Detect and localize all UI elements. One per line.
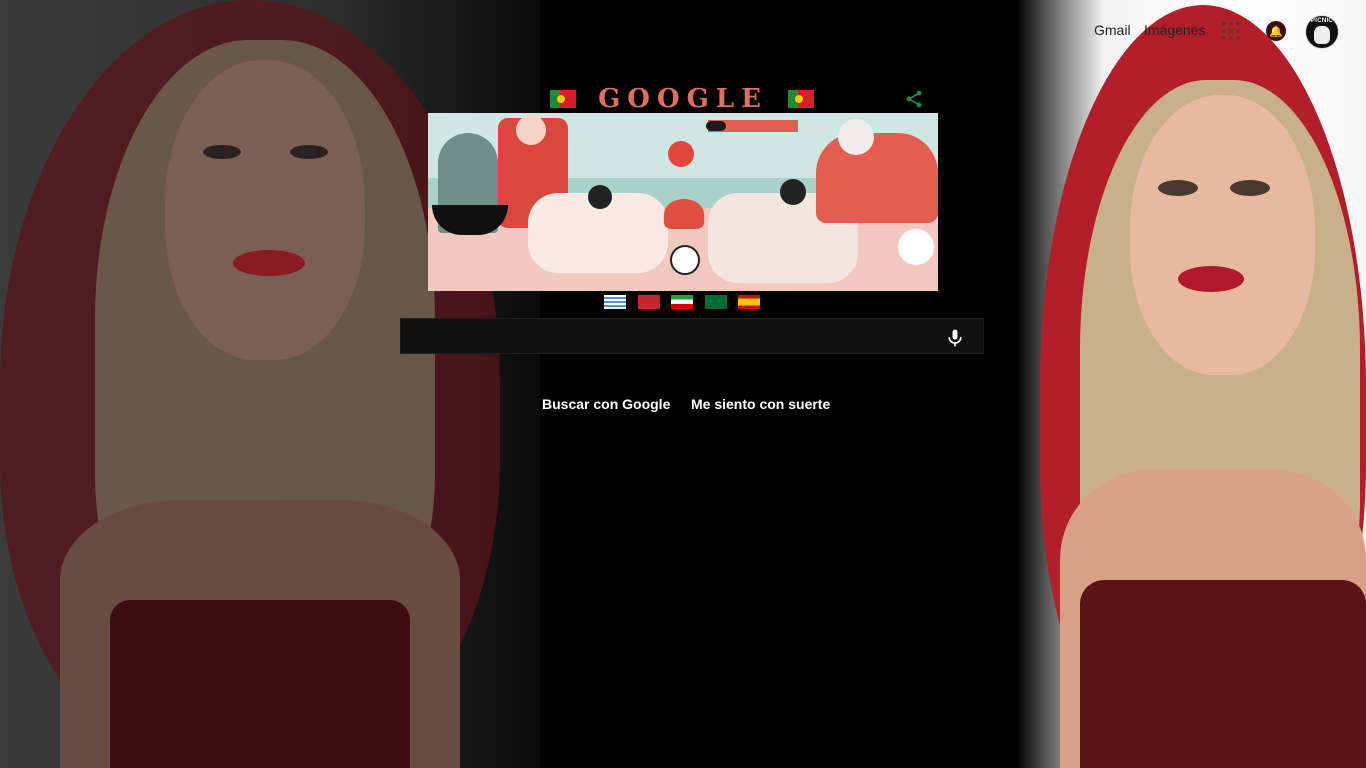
portugal-flag-icon	[550, 90, 576, 108]
left-figure-eye	[290, 145, 328, 159]
doodle-illustration[interactable]	[428, 113, 938, 291]
left-figure-lips	[233, 250, 305, 276]
doodle-head	[838, 119, 874, 155]
doodle-header: GOOGLE	[428, 84, 938, 114]
feeling-lucky-button[interactable]: Me siento con suerte	[691, 396, 830, 412]
spain-flag-icon[interactable]	[738, 295, 760, 309]
doodle-title[interactable]: GOOGLE	[588, 84, 778, 114]
doodle-head	[516, 115, 546, 145]
doodle-ball-icon	[670, 245, 700, 275]
doodle-head	[588, 185, 612, 209]
uruguay-flag-icon[interactable]	[604, 295, 626, 309]
iran-flag-icon[interactable]	[671, 295, 693, 309]
group-flags	[604, 295, 764, 311]
right-figure-corset	[1080, 580, 1366, 768]
left-figure-corset	[110, 600, 410, 768]
doodle-figure-grandma	[816, 133, 938, 223]
morocco-flag-icon[interactable]	[638, 295, 660, 309]
images-link[interactable]: Imágenes	[1144, 22, 1205, 38]
avatar-label: PICNIC	[1310, 18, 1334, 24]
avatar-silhouette-icon	[1314, 26, 1330, 44]
doodle-cat	[898, 229, 934, 265]
doodle-crab	[664, 199, 704, 229]
notifications-bell-icon[interactable]: 🔔	[1266, 21, 1286, 41]
left-figure-eye	[203, 145, 241, 159]
microphone-icon[interactable]	[945, 328, 965, 348]
doodle-sun	[668, 141, 694, 167]
saudi-arabia-flag-icon[interactable]	[705, 295, 727, 309]
right-figure-face	[1130, 95, 1315, 375]
left-figure-face	[165, 60, 365, 360]
doodle-plane	[706, 121, 726, 131]
gmail-link[interactable]: Gmail	[1094, 22, 1131, 38]
search-box	[400, 318, 984, 354]
search-input[interactable]	[401, 319, 959, 353]
right-figure-eye	[1230, 180, 1270, 196]
google-search-button[interactable]: Buscar con Google	[542, 396, 670, 412]
apps-grid-icon[interactable]	[1222, 22, 1240, 40]
right-figure-lips	[1178, 266, 1244, 292]
account-avatar[interactable]: PICNIC	[1305, 15, 1339, 49]
share-icon[interactable]	[904, 89, 924, 109]
right-figure-eye	[1158, 180, 1198, 196]
doodle-head	[780, 179, 806, 205]
portugal-flag-icon	[788, 90, 814, 108]
